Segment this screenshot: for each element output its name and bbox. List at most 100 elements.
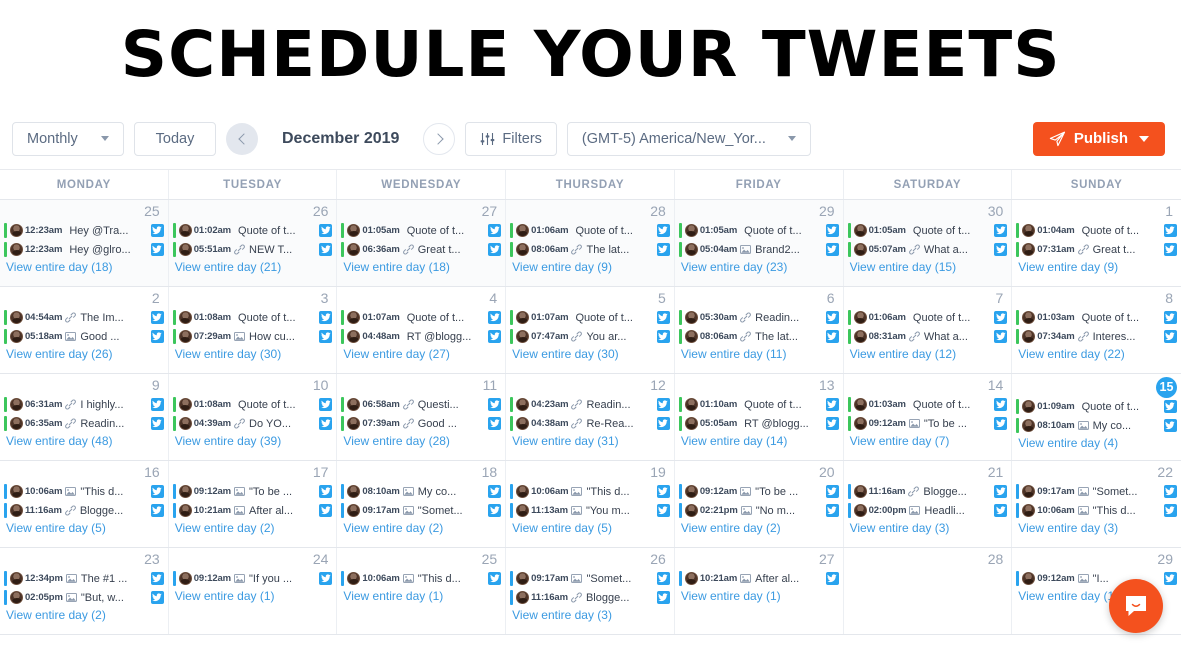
calendar-day-cell[interactable]: 18 08:10am My co... 09:17am "Somet... View en… (337, 461, 507, 547)
scheduled-post-item[interactable]: 09:12am "If you ... (172, 570, 333, 587)
calendar-day-cell[interactable]: 25 10:06am "This d... View entire day (1) (337, 548, 507, 634)
scheduled-post-item[interactable]: 11:16am Blogge... (4, 502, 164, 519)
scheduled-post-item[interactable]: 11:16am Blogge... (847, 483, 1008, 500)
view-entire-day-link[interactable]: View entire day (14) (679, 434, 839, 449)
scheduled-post-item[interactable]: 07:47am You ar... (510, 328, 670, 345)
scheduled-post-item[interactable]: 11:16am Blogge... (510, 589, 670, 606)
calendar-day-cell[interactable]: 1 01:04am Quote of t... 07:31am Great t... Vi… (1012, 200, 1181, 286)
view-entire-day-link[interactable]: View entire day (23) (679, 260, 839, 275)
scheduled-post-item[interactable]: 01:08am Quote of t... (172, 309, 333, 326)
scheduled-post-item[interactable]: 07:29am How cu... (172, 328, 333, 345)
view-entire-day-link[interactable]: View entire day (1) (679, 589, 839, 604)
calendar-day-cell[interactable]: 17 09:12am "To be ... 10:21am After al... Vie… (168, 461, 338, 547)
scheduled-post-item[interactable]: 08:10am My co... (341, 483, 502, 500)
calendar-day-cell[interactable]: 14 01:03am Quote of t... 09:12am "To be ... V… (843, 374, 1013, 460)
calendar-day-cell[interactable]: 28 (843, 548, 1013, 634)
calendar-day-cell[interactable]: 10 01:08am Quote of t... 04:39am Do YO... Vie… (168, 374, 338, 460)
scheduled-post-item[interactable]: 01:04am Quote of t... (1016, 222, 1177, 239)
scheduled-post-item[interactable]: 02:05pm "But, w... (4, 589, 164, 606)
scheduled-post-item[interactable]: 09:12am "To be ... (847, 415, 1008, 432)
scheduled-post-item[interactable]: 01:08am Quote of t... (172, 396, 333, 413)
view-entire-day-link[interactable]: View entire day (3) (848, 521, 1008, 536)
scheduled-post-item[interactable]: 01:10am Quote of t... (678, 396, 839, 413)
calendar-day-cell[interactable]: 2 04:54am The Im... 05:18am Good ... View ent… (0, 287, 169, 373)
scheduled-post-item[interactable]: 10:06am "This d... (4, 483, 164, 500)
scheduled-post-item[interactable]: 10:21am After al... (678, 570, 839, 587)
scheduled-post-item[interactable]: 07:39am Good ... (341, 415, 502, 432)
view-entire-day-link[interactable]: View entire day (9) (510, 260, 670, 275)
calendar-day-cell[interactable]: 24 09:12am "If you ... View entire day (1) (168, 548, 338, 634)
scheduled-post-item[interactable]: 12:34pm The #1 ... (4, 570, 164, 587)
scheduled-post-item[interactable]: 01:06am Quote of t... (847, 309, 1008, 326)
calendar-day-cell[interactable]: 16 10:06am "This d... 11:16am Blogge... View … (0, 461, 169, 547)
view-entire-day-link[interactable]: View entire day (5) (4, 521, 164, 536)
scheduled-post-item[interactable]: 06:58am Questi... (341, 396, 502, 413)
scheduled-post-item[interactable]: 10:06am "This d... (1016, 502, 1177, 519)
scheduled-post-item[interactable]: 05:30am Readin... (678, 309, 839, 326)
view-entire-day-link[interactable]: View entire day (18) (341, 260, 501, 275)
view-mode-select[interactable]: Monthly (12, 121, 124, 156)
calendar-day-cell[interactable]: 21 11:16am Blogge... 02:00pm Headli... View e… (843, 461, 1013, 547)
scheduled-post-item[interactable]: 06:31am I highly... (4, 396, 164, 413)
scheduled-post-item[interactable]: 12:23am Hey @Tra... (4, 222, 164, 239)
prev-month-button[interactable] (226, 122, 258, 155)
view-entire-day-link[interactable]: View entire day (18) (4, 260, 164, 275)
scheduled-post-item[interactable]: 02:00pm Headli... (847, 502, 1008, 519)
scheduled-post-item[interactable]: 01:03am Quote of t... (847, 396, 1008, 413)
calendar-day-cell[interactable]: 19 10:06am "This d... 11:13am "You m... View … (506, 461, 675, 547)
scheduled-post-item[interactable]: 01:05am Quote of t... (678, 222, 839, 239)
view-entire-day-link[interactable]: View entire day (3) (1016, 521, 1177, 536)
today-button[interactable]: Today (134, 121, 216, 156)
calendar-day-cell[interactable]: 28 01:06am Quote of t... 08:06am The lat... V… (506, 200, 675, 286)
scheduled-post-item[interactable]: 09:12am "To be ... (172, 483, 333, 500)
scheduled-post-item[interactable]: 01:05am Quote of t... (341, 222, 502, 239)
calendar-day-cell[interactable]: 12 04:23am Readin... 04:38am Re-Rea... View e… (506, 374, 675, 460)
scheduled-post-item[interactable]: 09:17am "Somet... (341, 502, 502, 519)
calendar-day-cell[interactable]: 13 01:10am Quote of t... 05:05am RT @blogg..… (674, 374, 844, 460)
view-entire-day-link[interactable]: View entire day (30) (173, 347, 333, 362)
scheduled-post-item[interactable]: 01:05am Quote of t... (847, 222, 1008, 239)
filters-button[interactable]: Filters (465, 121, 557, 156)
view-entire-day-link[interactable]: View entire day (12) (848, 347, 1008, 362)
view-entire-day-link[interactable]: View entire day (5) (510, 521, 670, 536)
view-entire-day-link[interactable]: View entire day (30) (510, 347, 670, 362)
calendar-day-cell[interactable]: 7 01:06am Quote of t... 08:31am What a... Vie… (843, 287, 1013, 373)
calendar-day-cell[interactable]: 25 12:23am Hey @Tra... 12:23am Hey @glro... V… (0, 200, 169, 286)
calendar-day-cell[interactable]: 27 10:21am After al... View entire day (1) (674, 548, 844, 634)
calendar-day-cell[interactable]: 27 01:05am Quote of t... 06:36am Great t... V… (337, 200, 507, 286)
scheduled-post-item[interactable]: 08:10am My co... (1016, 417, 1177, 434)
scheduled-post-item[interactable]: 10:21am After al... (172, 502, 333, 519)
scheduled-post-item[interactable]: 09:17am "Somet... (510, 570, 670, 587)
calendar-day-cell[interactable]: 30 01:05am Quote of t... 05:07am What a... Vi… (843, 200, 1013, 286)
scheduled-post-item[interactable]: 04:38am Re-Rea... (510, 415, 670, 432)
scheduled-post-item[interactable]: 06:35am Readin... (4, 415, 164, 432)
view-entire-day-link[interactable]: View entire day (31) (510, 434, 670, 449)
scheduled-post-item[interactable]: 08:31am What a... (847, 328, 1008, 345)
scheduled-post-item[interactable]: 04:23am Readin... (510, 396, 670, 413)
view-entire-day-link[interactable]: View entire day (7) (848, 434, 1008, 449)
scheduled-post-item[interactable]: 10:06am "This d... (341, 570, 502, 587)
scheduled-post-item[interactable]: 08:06am The lat... (510, 241, 670, 258)
view-entire-day-link[interactable]: View entire day (4) (1016, 436, 1177, 451)
scheduled-post-item[interactable]: 01:07am Quote of t... (341, 309, 502, 326)
view-entire-day-link[interactable]: View entire day (27) (341, 347, 501, 362)
scheduled-post-item[interactable]: 01:09am Quote of t... (1016, 398, 1177, 415)
scheduled-post-item[interactable]: 02:21pm "No m... (678, 502, 839, 519)
scheduled-post-item[interactable]: 05:51am NEW T... (172, 241, 333, 258)
scheduled-post-item[interactable]: 12:23am Hey @glro... (4, 241, 164, 258)
calendar-day-cell[interactable]: 29 01:05am Quote of t... 05:04am Brand2... Vi… (674, 200, 844, 286)
scheduled-post-item[interactable]: 05:18am Good ... (4, 328, 164, 345)
scheduled-post-item[interactable]: 06:36am Great t... (341, 241, 502, 258)
scheduled-post-item[interactable]: 09:12am "To be ... (678, 483, 839, 500)
scheduled-post-item[interactable]: 09:17am "Somet... (1016, 483, 1177, 500)
calendar-day-cell[interactable]: 20 09:12am "To be ... 02:21pm "No m... View e… (674, 461, 844, 547)
calendar-day-cell[interactable]: 9 06:31am I highly... 06:35am Readin... View … (0, 374, 169, 460)
calendar-day-cell[interactable]: 6 05:30am Readin... 08:06am The lat... View e… (674, 287, 844, 373)
next-month-button[interactable] (423, 122, 456, 155)
scheduled-post-item[interactable]: 04:39am Do YO... (172, 415, 333, 432)
scheduled-post-item[interactable]: 01:03am Quote of t... (1016, 309, 1177, 326)
scheduled-post-item[interactable]: 05:05am RT @blogg... (678, 415, 839, 432)
view-entire-day-link[interactable]: View entire day (2) (173, 521, 333, 536)
scheduled-post-item[interactable]: 05:04am Brand2... (678, 241, 839, 258)
scheduled-post-item[interactable]: 01:02am Quote of t... (172, 222, 333, 239)
